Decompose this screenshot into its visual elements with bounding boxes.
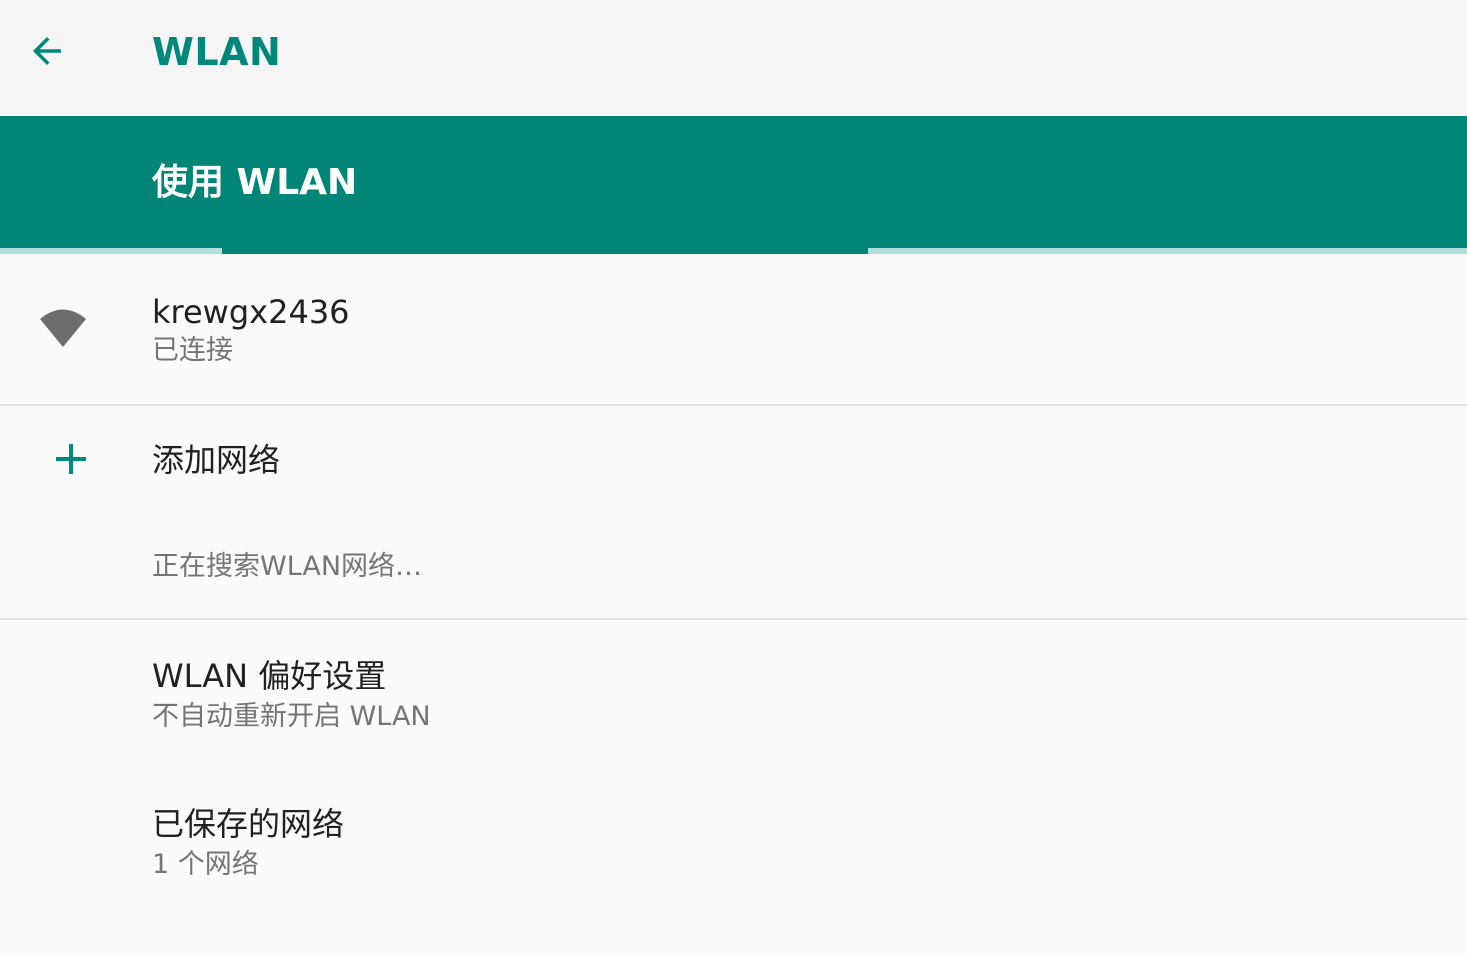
arrow-back-icon xyxy=(33,37,61,65)
saved-networks-summary: 1 个网络 xyxy=(152,849,259,880)
saved-networks-title: 已保存的网络 xyxy=(152,805,345,843)
add-network-item[interactable]: 添加网络 xyxy=(0,406,1467,516)
network-ssid: krewgx2436 xyxy=(152,293,350,331)
preferences-title: WLAN 偏好设置 xyxy=(152,657,387,695)
wlan-switch-label: 使用 WLAN xyxy=(152,162,358,203)
plus-icon xyxy=(56,444,86,474)
wlan-preferences-item[interactable]: WLAN 偏好设置 不自动重新开启 WLAN xyxy=(0,620,1467,770)
saved-networks-item[interactable]: 已保存的网络 1 个网络 xyxy=(0,770,1467,920)
scan-status-row: 正在搜索WLAN网络… xyxy=(0,516,1467,618)
page-title: WLAN xyxy=(152,30,282,74)
preferences-summary: 不自动重新开启 WLAN xyxy=(152,701,431,732)
wlan-switch-bar[interactable]: 使用 WLAN xyxy=(0,116,1467,254)
app-bar: WLAN xyxy=(0,0,1467,116)
wifi-signal-icon xyxy=(40,309,86,347)
add-network-label: 添加网络 xyxy=(152,441,281,479)
back-button[interactable] xyxy=(22,26,72,76)
network-list-item[interactable]: krewgx2436 已连接 xyxy=(0,254,1467,404)
network-status: 已连接 xyxy=(152,335,233,366)
scan-status-text: 正在搜索WLAN网络… xyxy=(152,551,423,582)
